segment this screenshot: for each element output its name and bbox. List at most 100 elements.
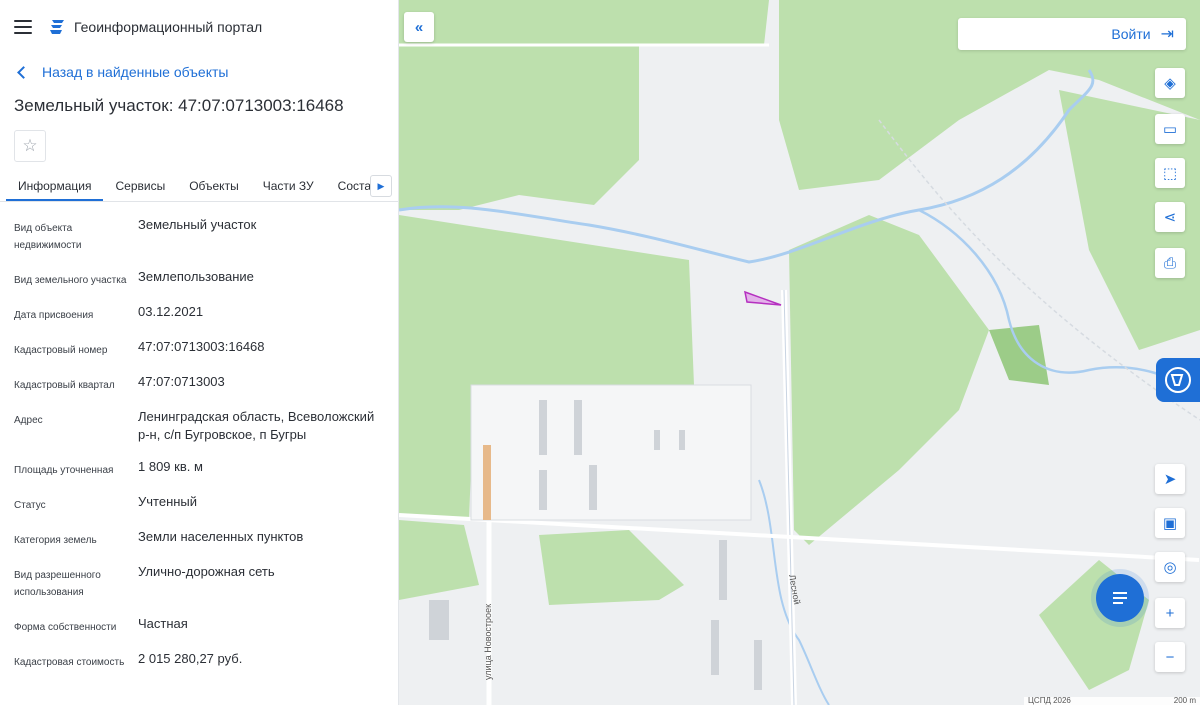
service-badge-button[interactable] <box>1156 358 1200 402</box>
scale-label: 200 m <box>1173 696 1196 705</box>
navigation-arrow-icon: ➤ <box>1163 471 1177 488</box>
info-panel: Геоинформационный портал Назад в найденн… <box>0 0 399 705</box>
share-button[interactable]: ⋖ <box>1155 202 1185 232</box>
building <box>589 465 597 510</box>
collapse-panel-button[interactable]: « <box>404 12 434 42</box>
chat-button[interactable] <box>1096 574 1144 622</box>
favorite-button[interactable]: ☆ <box>14 130 46 162</box>
print-button[interactable]: ⎙ <box>1155 248 1185 278</box>
building <box>429 600 449 640</box>
property-value: 47:07:0713003 <box>138 374 225 389</box>
window-mode-button[interactable]: ▣ <box>1155 508 1185 538</box>
property-value: Землепользование <box>138 269 254 284</box>
property-label: Форма собственности <box>14 622 117 633</box>
layers-icon: ◈ <box>1164 75 1176 92</box>
property-row: Категория земель Земли населенных пунктов <box>14 520 398 555</box>
select-area-button[interactable]: ⬚ <box>1155 158 1185 188</box>
plus-icon: + <box>1165 604 1175 622</box>
property-value: Земельный участок <box>138 217 257 232</box>
property-value: 1 809 кв. м <box>138 459 203 474</box>
service-logo-icon <box>1165 367 1191 393</box>
tab-parts[interactable]: Части ЗУ <box>251 179 326 201</box>
picture-in-picture-icon: ▣ <box>1162 515 1178 532</box>
layers-button[interactable]: ◈ <box>1155 68 1185 98</box>
property-row: Кадастровый номер 47:07:0713003:16468 <box>14 330 398 365</box>
property-value: 47:07:0713003:16468 <box>138 339 265 354</box>
property-row: Кадастровый квартал 47:07:0713003 <box>14 365 398 400</box>
property-label: Площадь уточненная <box>14 465 114 476</box>
building <box>539 470 547 510</box>
street-label: улица Новостроек <box>483 604 493 680</box>
object-title: Земельный участок: 47:07:0713003:16468 <box>14 96 344 115</box>
login-button[interactable]: Войти ⇥ <box>958 18 1186 50</box>
app-root: Геоинформационный портал Назад в найденн… <box>0 0 1200 705</box>
select-area-icon: ⬚ <box>1162 165 1178 182</box>
back-label: Назад в найденные объекты <box>42 64 229 80</box>
property-label: Кадастровый номер <box>14 345 108 356</box>
property-row: Площадь уточненная 1 809 кв. м <box>14 450 398 485</box>
app-title: Геоинформационный портал <box>74 19 263 35</box>
sports-ground <box>483 445 491 520</box>
building <box>711 620 719 675</box>
tab-info[interactable]: Информация <box>6 179 104 201</box>
property-label: Вид разрешенного использования <box>14 570 101 598</box>
building <box>679 430 685 450</box>
minus-icon: − <box>1165 648 1175 666</box>
building <box>574 400 582 455</box>
property-row: Дата присвоения 03.12.2021 <box>14 295 398 330</box>
property-row: Вид земельного участка Землепользование <box>14 260 398 295</box>
share-icon: ⋖ <box>1163 209 1177 226</box>
property-label: Вид земельного участка <box>14 275 127 286</box>
property-value: 03.12.2021 <box>138 304 204 319</box>
geo-search-button[interactable]: ◎ <box>1155 552 1185 582</box>
ruler-button[interactable]: ▭ <box>1155 114 1185 144</box>
zoom-in-button[interactable]: + <box>1155 598 1185 628</box>
my-location-button[interactable]: ➤ <box>1155 464 1185 494</box>
property-row: Вид объекта недвижимости Земельный участо… <box>14 208 398 260</box>
star-icon: ☆ <box>22 136 38 155</box>
property-label: Кадастровый квартал <box>14 380 115 391</box>
property-row: Вид разрешенного использования Улично-дор… <box>14 555 398 607</box>
menu-icon[interactable] <box>14 20 32 34</box>
zoom-out-button[interactable]: − <box>1155 642 1185 672</box>
property-row: Форма собственности Частная <box>14 607 398 642</box>
building <box>539 400 547 455</box>
top-bar: Геоинформационный портал <box>0 0 398 54</box>
property-row: Адрес Ленинградская область, Всеволожский… <box>14 400 398 450</box>
tab-services[interactable]: Сервисы <box>103 179 177 201</box>
property-label: Кадастровая стоимость <box>14 657 125 668</box>
chat-icon <box>1113 592 1127 604</box>
tabs-scroll-right-button[interactable]: ▶ <box>370 175 392 197</box>
building <box>754 640 762 690</box>
tab-bar: Информация Сервисы Объекты Части ЗУ Сост… <box>0 172 398 202</box>
property-value: 2 015 280,27 руб. <box>138 651 243 666</box>
property-value: Улично-дорожная сеть <box>138 564 275 579</box>
caret-right-icon: ▶ <box>377 180 385 191</box>
print-icon: ⎙ <box>1163 254 1176 272</box>
property-label: Вид объекта недвижимости <box>14 223 82 251</box>
login-icon: ⇥ <box>1160 26 1174 43</box>
back-to-results-link[interactable]: Назад в найденные объекты <box>0 54 398 90</box>
property-label: Адрес <box>14 415 43 426</box>
property-value: Частная <box>138 616 188 631</box>
map-view[interactable]: улица Новостроек Лесной <box>399 0 1200 705</box>
double-chevron-left-icon: « <box>414 18 424 36</box>
portal-logo-icon <box>50 20 64 34</box>
map-attribution: ЦСПД 2026 <box>1028 696 1071 705</box>
building <box>654 430 660 450</box>
map-scale-bar: ЦСПД 2026 200 m <box>1024 697 1200 705</box>
map-canvas[interactable]: улица Новостроек Лесной <box>399 0 1200 705</box>
tab-objects[interactable]: Объекты <box>177 179 251 201</box>
residential-block <box>470 384 752 521</box>
property-label: Дата присвоения <box>14 310 94 321</box>
chevron-left-icon <box>17 65 30 79</box>
property-label: Статус <box>14 500 46 511</box>
login-label: Войти <box>1111 26 1151 42</box>
ruler-icon: ▭ <box>1162 121 1178 138</box>
property-value: Земли населенных пунктов <box>138 529 304 544</box>
property-label: Категория земель <box>14 535 97 546</box>
geo-search-icon: ◎ <box>1163 559 1177 576</box>
property-value: Учтенный <box>138 494 198 509</box>
property-row: Статус Учтенный <box>14 485 398 520</box>
property-row: Кадастровая стоимость 2 015 280,27 руб. <box>14 642 398 677</box>
